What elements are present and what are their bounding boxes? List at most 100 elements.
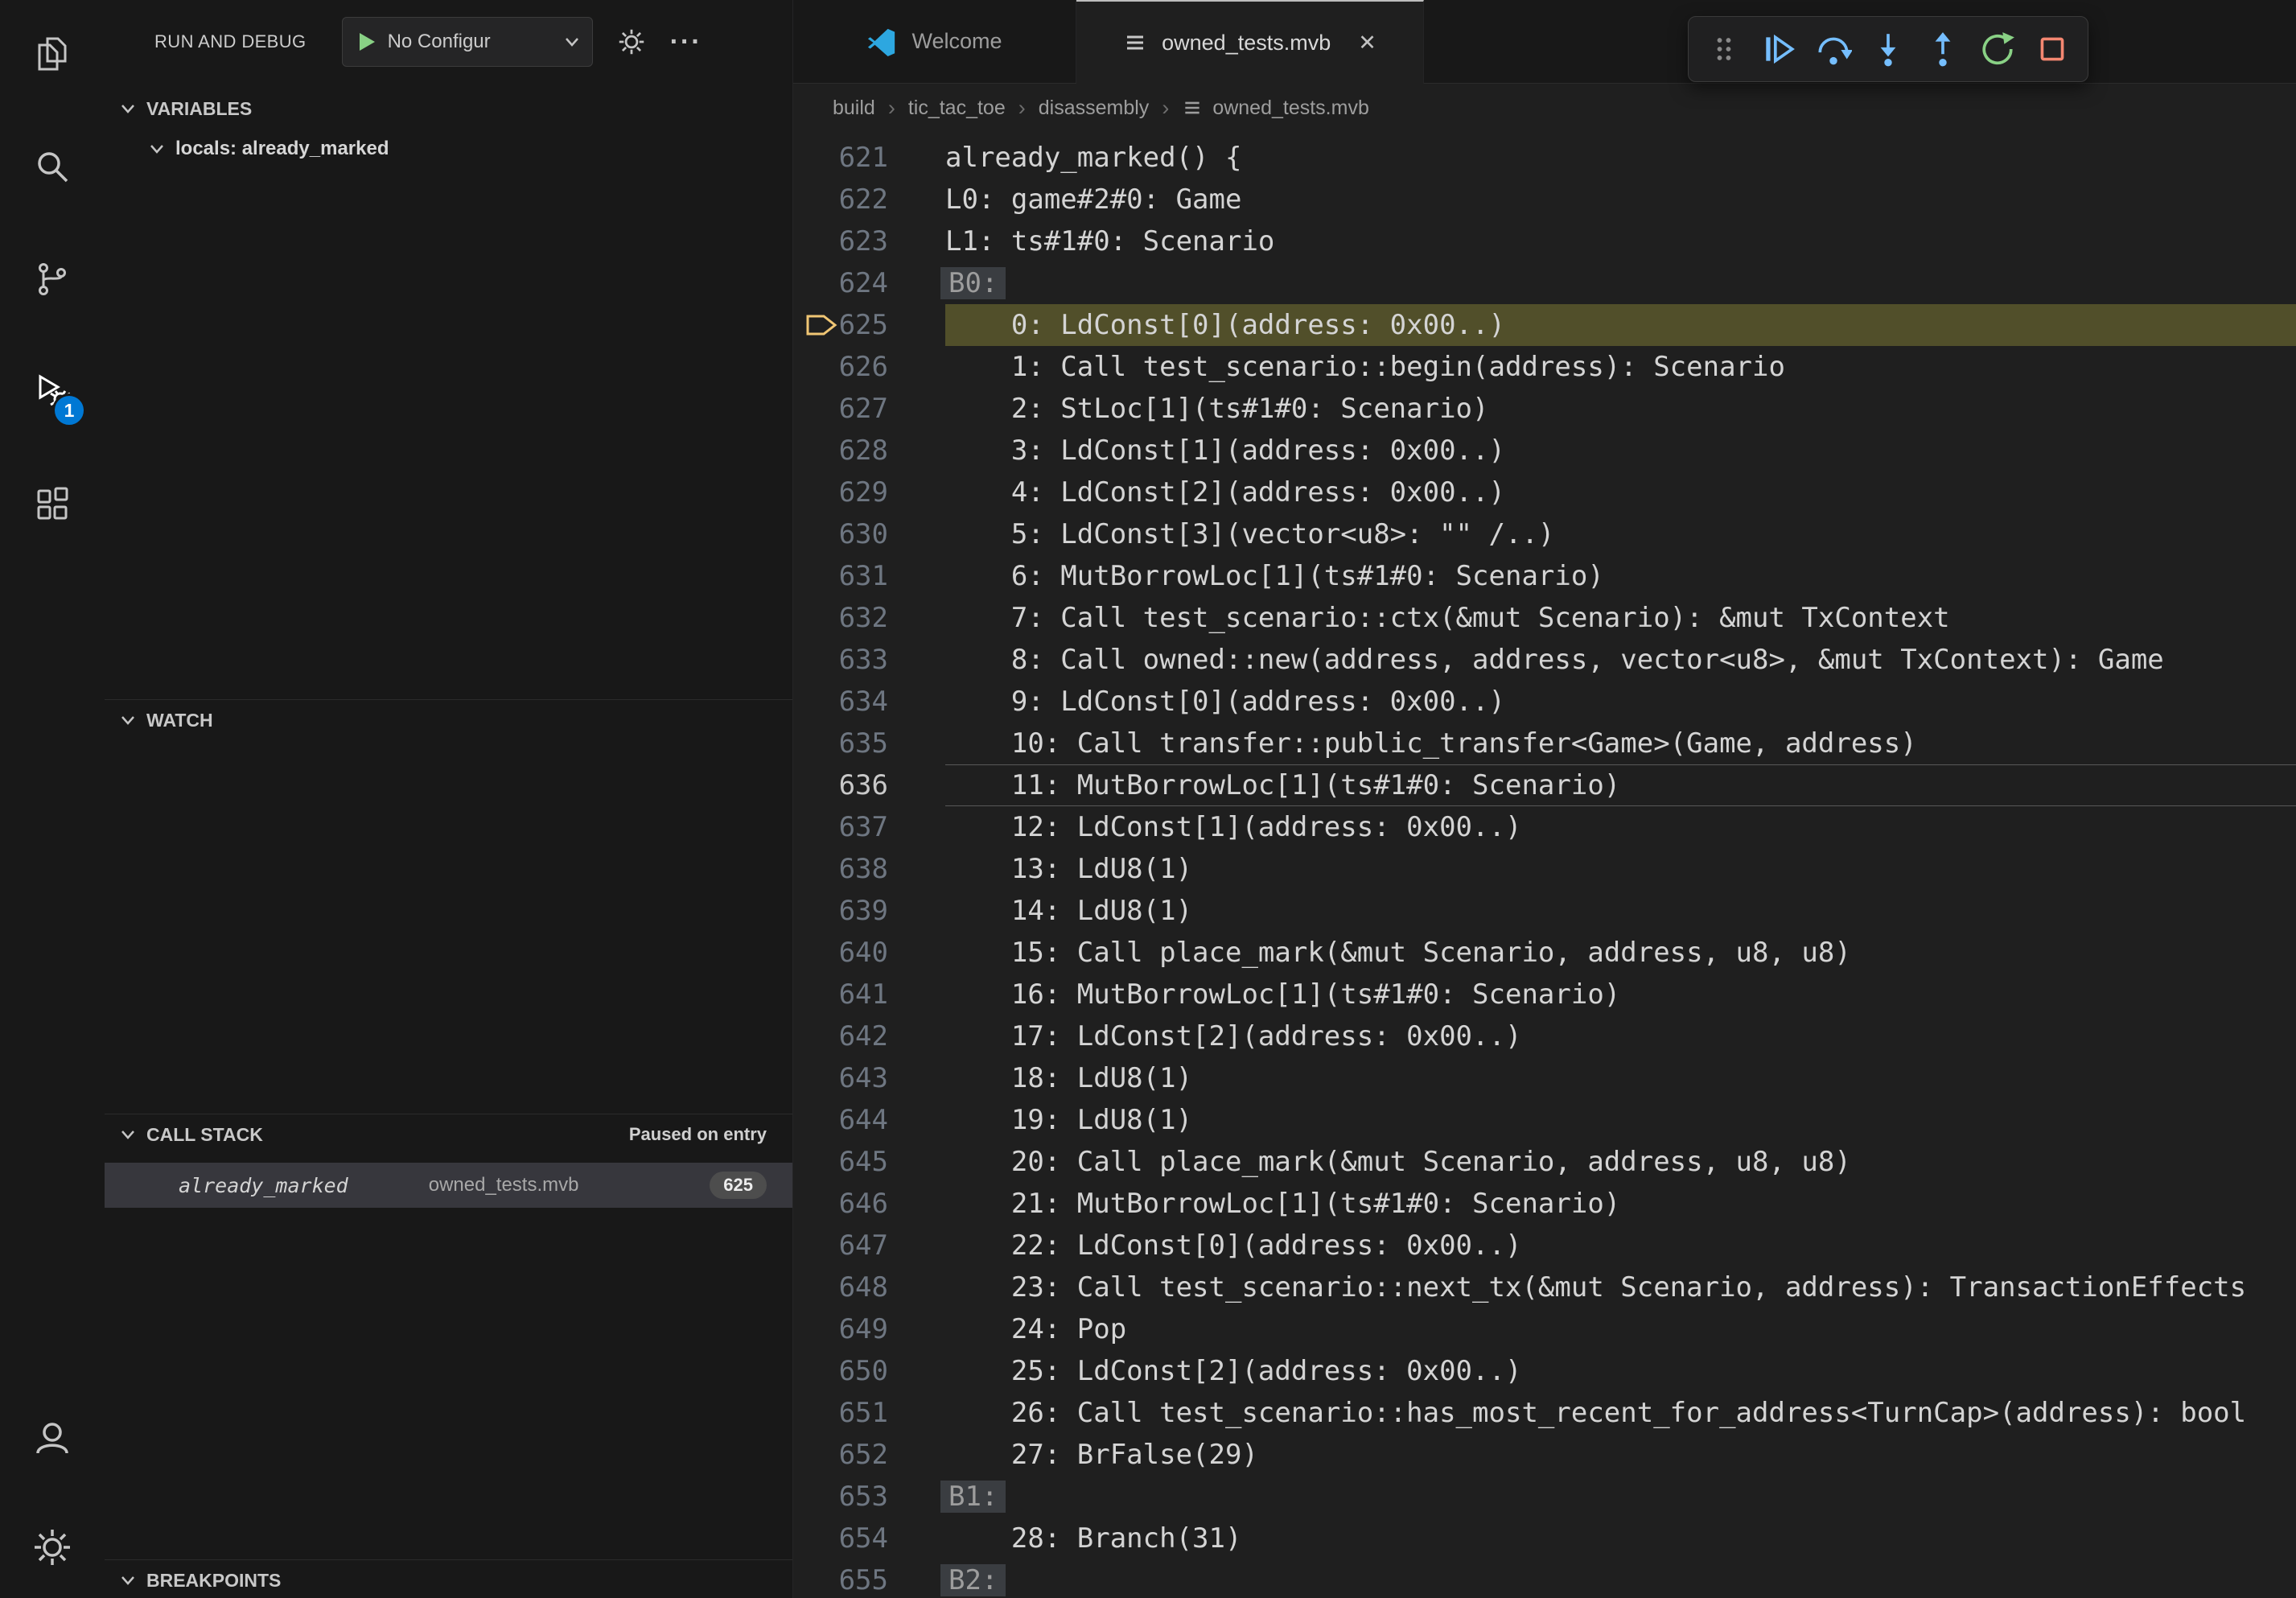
breadcrumb-item[interactable]: build: [833, 97, 875, 120]
code-gutter[interactable]: 627: [793, 388, 945, 430]
code-gutter[interactable]: 646: [793, 1183, 945, 1225]
tab-welcome[interactable]: Welcome: [793, 0, 1076, 83]
code-text[interactable]: 1: Call test_scenario::begin(address): S…: [945, 346, 2296, 388]
line-number[interactable]: 624: [839, 262, 888, 304]
code-text[interactable]: L1: ts#1#0: Scenario: [945, 220, 2296, 262]
code-line[interactable]: 646 21: MutBorrowLoc[1](ts#1#0: Scenario…: [793, 1183, 2296, 1225]
code-line[interactable]: 651 26: Call test_scenario::has_most_rec…: [793, 1392, 2296, 1434]
line-number[interactable]: 646: [839, 1183, 888, 1225]
line-number[interactable]: 648: [839, 1266, 888, 1308]
code-gutter[interactable]: 644: [793, 1099, 945, 1141]
code-line[interactable]: 633 8: Call owned::new(address, address,…: [793, 639, 2296, 681]
code-gutter[interactable]: 645: [793, 1141, 945, 1183]
line-number[interactable]: 655: [839, 1559, 888, 1598]
code-line[interactable]: 641 16: MutBorrowLoc[1](ts#1#0: Scenario…: [793, 974, 2296, 1015]
code-text[interactable]: 8: Call owned::new(address, address, vec…: [945, 639, 2296, 681]
code-text[interactable]: 20: Call place_mark(&mut Scenario, addre…: [945, 1141, 2296, 1183]
line-number[interactable]: 627: [839, 388, 888, 430]
call-stack-frame[interactable]: already_markedowned_tests.mvb625: [105, 1163, 792, 1208]
run-and-debug-button[interactable]: 1: [31, 373, 73, 414]
line-number[interactable]: 647: [839, 1225, 888, 1266]
code-line[interactable]: 630 5: LdConst[3](vector<u8>: "" /..): [793, 513, 2296, 555]
line-number[interactable]: 650: [839, 1350, 888, 1392]
line-number[interactable]: 621: [839, 137, 888, 179]
locals-scope-row[interactable]: locals: already_marked: [105, 129, 792, 169]
code-text[interactable]: 2: StLoc[1](ts#1#0: Scenario): [945, 388, 2296, 430]
code-gutter[interactable]: 651: [793, 1392, 945, 1434]
line-number[interactable]: 626: [839, 346, 888, 388]
code-text[interactable]: 4: LdConst[2](address: 0x00..): [945, 472, 2296, 513]
debug-config-dropdown[interactable]: No Configur: [342, 17, 593, 67]
code-line[interactable]: 628 3: LdConst[1](address: 0x00..): [793, 430, 2296, 472]
code-gutter[interactable]: 649: [793, 1308, 945, 1350]
code-text[interactable]: 16: MutBorrowLoc[1](ts#1#0: Scenario): [945, 974, 2296, 1015]
settings-button[interactable]: [31, 1528, 73, 1570]
code-line[interactable]: 627 2: StLoc[1](ts#1#0: Scenario): [793, 388, 2296, 430]
code-text[interactable]: 13: LdU8(1): [945, 848, 2296, 890]
code-text[interactable]: 14: LdU8(1): [945, 890, 2296, 932]
code-gutter[interactable]: 652: [793, 1434, 945, 1476]
line-number[interactable]: 651: [839, 1392, 888, 1434]
code-gutter[interactable]: 623: [793, 220, 945, 262]
code-line[interactable]: 621 already_marked() {: [793, 137, 2296, 179]
code-line[interactable]: 647 22: LdConst[0](address: 0x00..): [793, 1225, 2296, 1266]
code-line[interactable]: 634 9: LdConst[0](address: 0x00..): [793, 681, 2296, 723]
code-line[interactable]: 631 6: MutBorrowLoc[1](ts#1#0: Scenario): [793, 555, 2296, 597]
line-number[interactable]: 625: [839, 304, 888, 346]
code-text[interactable]: 5: LdConst[3](vector<u8>: "" /..): [945, 513, 2296, 555]
code-text[interactable]: 10: Call transfer::public_transfer<Game>…: [945, 723, 2296, 764]
code-text[interactable]: B1:: [945, 1476, 2296, 1518]
code-gutter[interactable]: 639: [793, 890, 945, 932]
code-gutter[interactable]: 634: [793, 681, 945, 723]
code-line[interactable]: 626 1: Call test_scenario::begin(address…: [793, 346, 2296, 388]
code-line[interactable]: 655B2:: [793, 1559, 2296, 1598]
code-text[interactable]: 27: BrFalse(29): [945, 1434, 2296, 1476]
code-gutter[interactable]: 621: [793, 137, 945, 179]
code-line[interactable]: 624 B0:: [793, 262, 2296, 304]
code-line[interactable]: 645 20: Call place_mark(&mut Scenario, a…: [793, 1141, 2296, 1183]
line-number[interactable]: 628: [839, 430, 888, 472]
code-text[interactable]: 28: Branch(31): [945, 1518, 2296, 1559]
code-text[interactable]: 25: LdConst[2](address: 0x00..): [945, 1350, 2296, 1392]
code-text[interactable]: 6: MutBorrowLoc[1](ts#1#0: Scenario): [945, 555, 2296, 597]
code-gutter[interactable]: 640: [793, 932, 945, 974]
line-number[interactable]: 635: [839, 723, 888, 764]
watch-header[interactable]: WATCH: [105, 700, 792, 740]
line-number[interactable]: 645: [839, 1141, 888, 1183]
code-gutter[interactable]: 643: [793, 1057, 945, 1099]
code-text[interactable]: 18: LdU8(1): [945, 1057, 2296, 1099]
extensions-button[interactable]: [31, 485, 73, 527]
line-number[interactable]: 636: [839, 764, 888, 806]
code-line[interactable]: 636 11: MutBorrowLoc[1](ts#1#0: Scenario…: [793, 764, 2296, 806]
line-number[interactable]: 649: [839, 1308, 888, 1350]
code-text[interactable]: 15: Call place_mark(&mut Scenario, addre…: [945, 932, 2296, 974]
code-text[interactable]: 7: Call test_scenario::ctx(&mut Scenario…: [945, 597, 2296, 639]
code-gutter[interactable]: 629: [793, 472, 945, 513]
toolbar-grip-handle[interactable]: [1701, 27, 1747, 72]
breadcrumb-item[interactable]: disassembly: [1039, 97, 1150, 120]
line-number[interactable]: 633: [839, 639, 888, 681]
line-number[interactable]: 642: [839, 1015, 888, 1057]
code-gutter[interactable]: 648: [793, 1266, 945, 1308]
line-number[interactable]: 630: [839, 513, 888, 555]
source-control-button[interactable]: [31, 260, 73, 302]
code-line[interactable]: 638 13: LdU8(1): [793, 848, 2296, 890]
code-gutter[interactable]: 638: [793, 848, 945, 890]
code-gutter[interactable]: 631: [793, 555, 945, 597]
code-text[interactable]: already_marked() {: [945, 137, 2296, 179]
code-line[interactable]: 637 12: LdConst[1](address: 0x00..): [793, 806, 2296, 848]
line-number[interactable]: 631: [839, 555, 888, 597]
step-into-button[interactable]: [1866, 27, 1911, 72]
step-over-button[interactable]: [1811, 27, 1856, 72]
code-gutter[interactable]: 633: [793, 639, 945, 681]
code-line[interactable]: 629 4: LdConst[2](address: 0x00..): [793, 472, 2296, 513]
code-text[interactable]: 26: Call test_scenario::has_most_recent_…: [945, 1392, 2296, 1434]
line-number[interactable]: 640: [839, 932, 888, 974]
code-line[interactable]: 654 28: Branch(31): [793, 1518, 2296, 1559]
call-stack-header[interactable]: CALL STACK Paused on entry: [105, 1114, 792, 1155]
code-line[interactable]: 650 25: LdConst[2](address: 0x00..): [793, 1350, 2296, 1392]
line-number[interactable]: 639: [839, 890, 888, 932]
code-text[interactable]: B0:: [945, 262, 2296, 304]
line-number[interactable]: 643: [839, 1057, 888, 1099]
code-gutter[interactable]: 642: [793, 1015, 945, 1057]
